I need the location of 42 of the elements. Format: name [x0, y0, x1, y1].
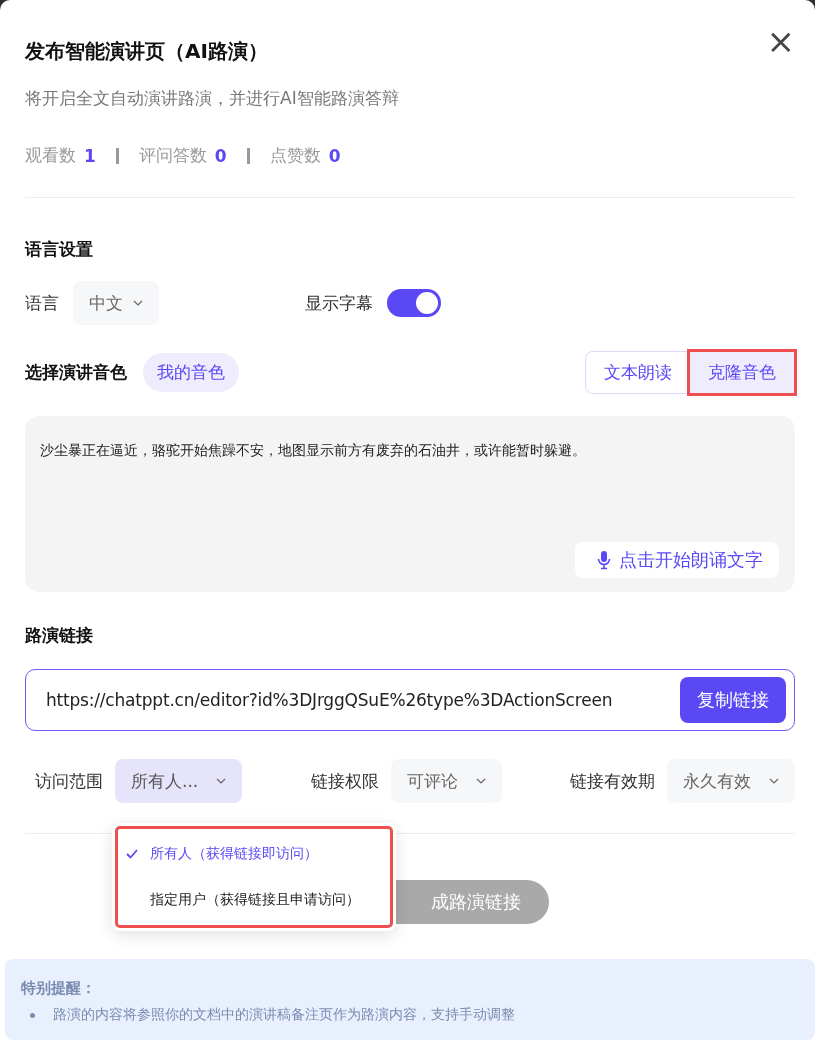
stat-label: 评问答数 [138, 144, 207, 167]
close-button[interactable]: × [766, 23, 795, 58]
language-select[interactable]: 中文 [73, 281, 159, 325]
separator-bar [115, 147, 119, 164]
stat-value: 0 [214, 145, 227, 166]
chevron-down-icon [475, 778, 486, 784]
option-label: 访问范围 [35, 769, 103, 793]
stat-label: 观看数 [25, 144, 76, 167]
subtitle-toggle-label: 显示字幕 [305, 291, 373, 315]
microphone-icon [597, 550, 611, 570]
section-heading: 选择演讲音色 [25, 361, 127, 384]
stat-label: 点赞数 [269, 144, 321, 167]
dialog-subtitle: 将开启全文自动演讲路演，并进行AI智能路演答辩 [25, 87, 400, 110]
subtitle-toggle[interactable] [387, 289, 441, 317]
section-heading: 语言设置 [25, 238, 94, 261]
section-heading: 路演链接 [25, 624, 94, 647]
option-label: 链接有效期 [570, 769, 655, 793]
record-button[interactable]: 点击开始朗诵文字 [575, 542, 779, 578]
link-field[interactable]: https://chatppt.cn/editor?id%3DJrggQSuE%26type%3DActionScreen 复制链接 [25, 669, 795, 731]
chevron-down-icon [769, 778, 779, 784]
speech-text: 沙尘暴正在逼近，骆驼开始焦躁不安，地图显示前方有废弃的石油井，或许能暂时躲避。 [40, 442, 586, 458]
option-select[interactable]: 永久有效 [667, 759, 795, 803]
bullet-icon [30, 1012, 35, 1018]
speech-text-area[interactable]: 沙尘暴正在逼近，骆驼开始焦躁不安，地图显示前方有废弃的石油井，或许能暂时躲避。 点击开始朗诵文字 [25, 416, 795, 592]
copy-link-button[interactable]: 复制链接 [680, 677, 786, 723]
dialog-title: 发布智能演讲页（AI路演） [25, 38, 268, 65]
chevron-down-icon [216, 778, 227, 784]
notice-title: 特别提醒： [21, 979, 97, 998]
option-label: 链接权限 [310, 769, 379, 793]
voice-mode-tab[interactable]: 克隆音色 [690, 352, 794, 393]
stat-value: 0 [328, 145, 341, 166]
stat-value: 1 [84, 145, 96, 166]
language-label: 语言 [25, 291, 59, 315]
check-icon [126, 849, 138, 859]
chevron-down-icon [133, 300, 143, 306]
link-url: https://chatppt.cn/editor?id%3DJrggQSuE%26type%3DActionScreen [46, 690, 614, 710]
my-voice-button[interactable]: 我的音色 [143, 353, 239, 392]
separator-bar [246, 147, 250, 164]
option-select[interactable]: 可评论 [390, 759, 502, 803]
dropdown-item[interactable]: 所有人（获得链接即访问） [112, 831, 396, 877]
option-select[interactable]: 所有人... [115, 759, 243, 803]
notice-text: 路演的内容将参照你的文档中的演讲稿备注页作为路演内容，支持手动调整 [53, 1006, 515, 1024]
